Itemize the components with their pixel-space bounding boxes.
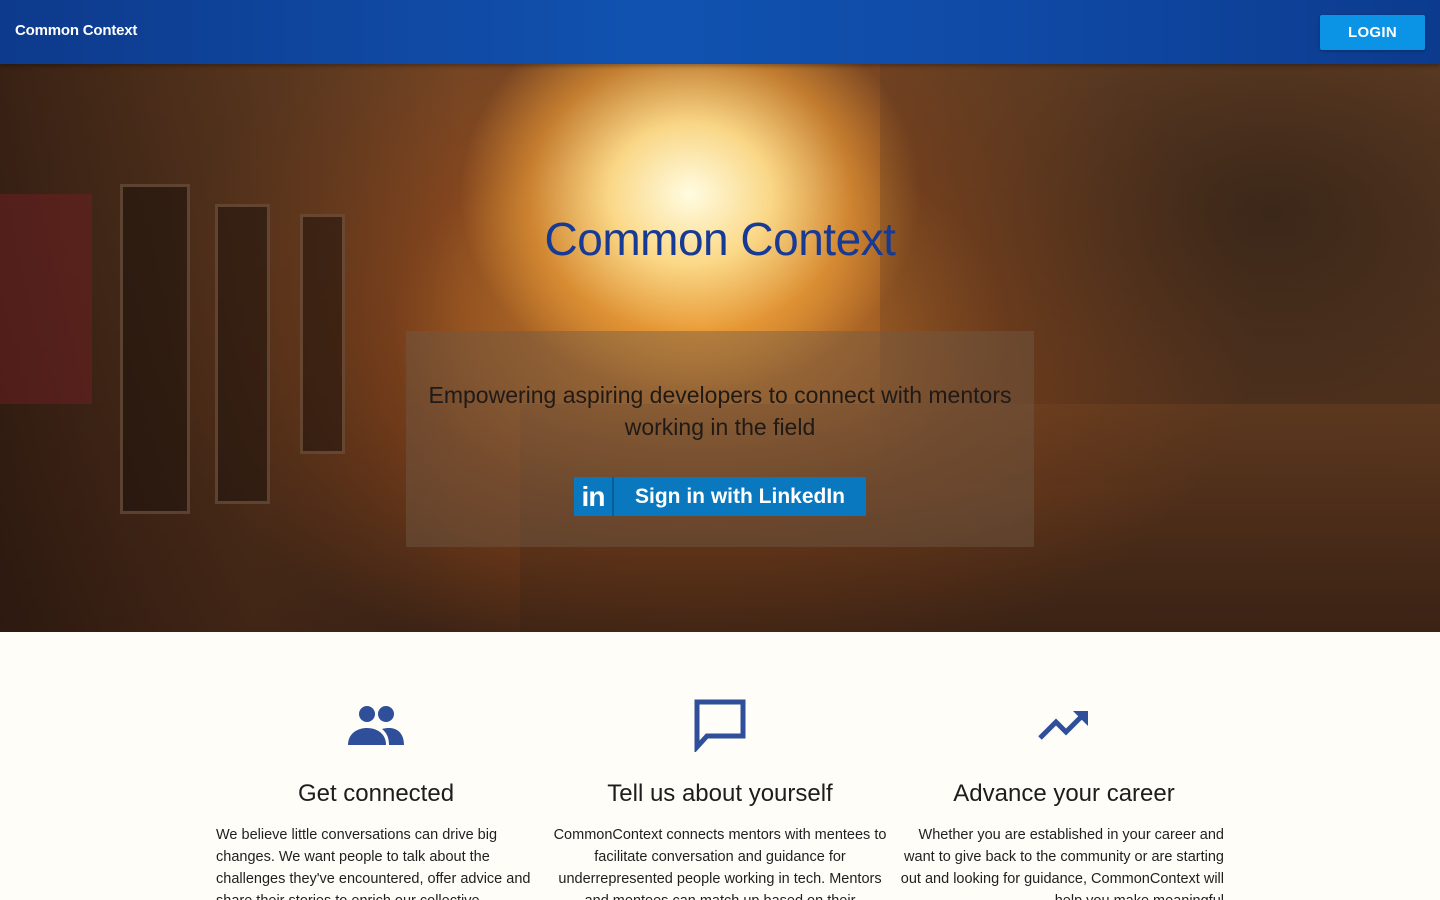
feature-description: CommonContext connects mentors with ment… xyxy=(553,827,887,900)
chat-bubble-icon xyxy=(550,695,890,755)
hero-tagline: Empowering aspiring developers to connec… xyxy=(428,382,1012,440)
people-icon xyxy=(206,695,546,755)
linkedin-signin-label: Sign in with LinkedIn xyxy=(635,484,845,508)
feature-get-connected: Get connected We believe little conversa… xyxy=(206,695,546,900)
feature-advance-career: Advance your career Whether you are esta… xyxy=(894,695,1234,900)
hero-title: Common Context xyxy=(544,213,896,265)
login-button[interactable]: LOGIN xyxy=(1320,15,1425,50)
feature-description: We believe little conversations can driv… xyxy=(216,827,531,900)
linkedin-signin-button[interactable]: in Sign in with LinkedIn xyxy=(574,477,866,516)
feature-title: Advance your career xyxy=(953,780,1175,807)
feature-title: Get connected xyxy=(297,780,455,807)
top-navbar: Common Context LOGIN xyxy=(0,0,1440,64)
feature-title: Tell us about yourself xyxy=(607,780,833,807)
hero-banner: Common Context Empowering aspiring devel… xyxy=(0,64,1440,632)
feature-tell-us: Tell us about yourself CommonContext con… xyxy=(550,695,890,900)
hero-signup-panel: Empowering aspiring developers to connec… xyxy=(406,331,1034,547)
feature-description: Whether you are established in your care… xyxy=(900,827,1224,900)
linkedin-icon: in xyxy=(574,477,614,516)
brand-logo[interactable]: Common Context xyxy=(15,22,137,39)
trending-up-icon xyxy=(894,695,1234,755)
